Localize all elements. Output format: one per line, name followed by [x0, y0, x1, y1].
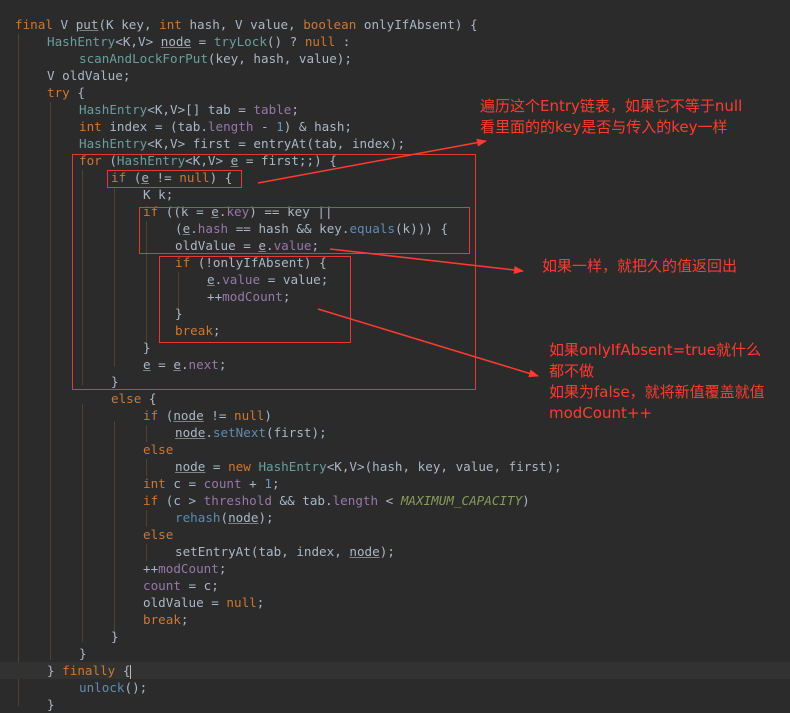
arrow-to-note2 — [329, 248, 524, 274]
arrow-to-note1 — [257, 138, 487, 184]
annotation-note-1: 遍历这个Entry链表，如果它不等于null 看里面的的key是否与传入的key… — [480, 97, 743, 136]
arrow-to-note3 — [317, 308, 539, 378]
annotation-note-2: 如果一样，就把久的值返回出 — [542, 257, 738, 275]
code-editor[interactable]: final V put(K key, int hash, V value, bo… — [0, 0, 790, 712]
annotation-note-3: 如果onlyIfAbsent=true就什么 都不做 如果为false，就将新值… — [549, 341, 765, 422]
